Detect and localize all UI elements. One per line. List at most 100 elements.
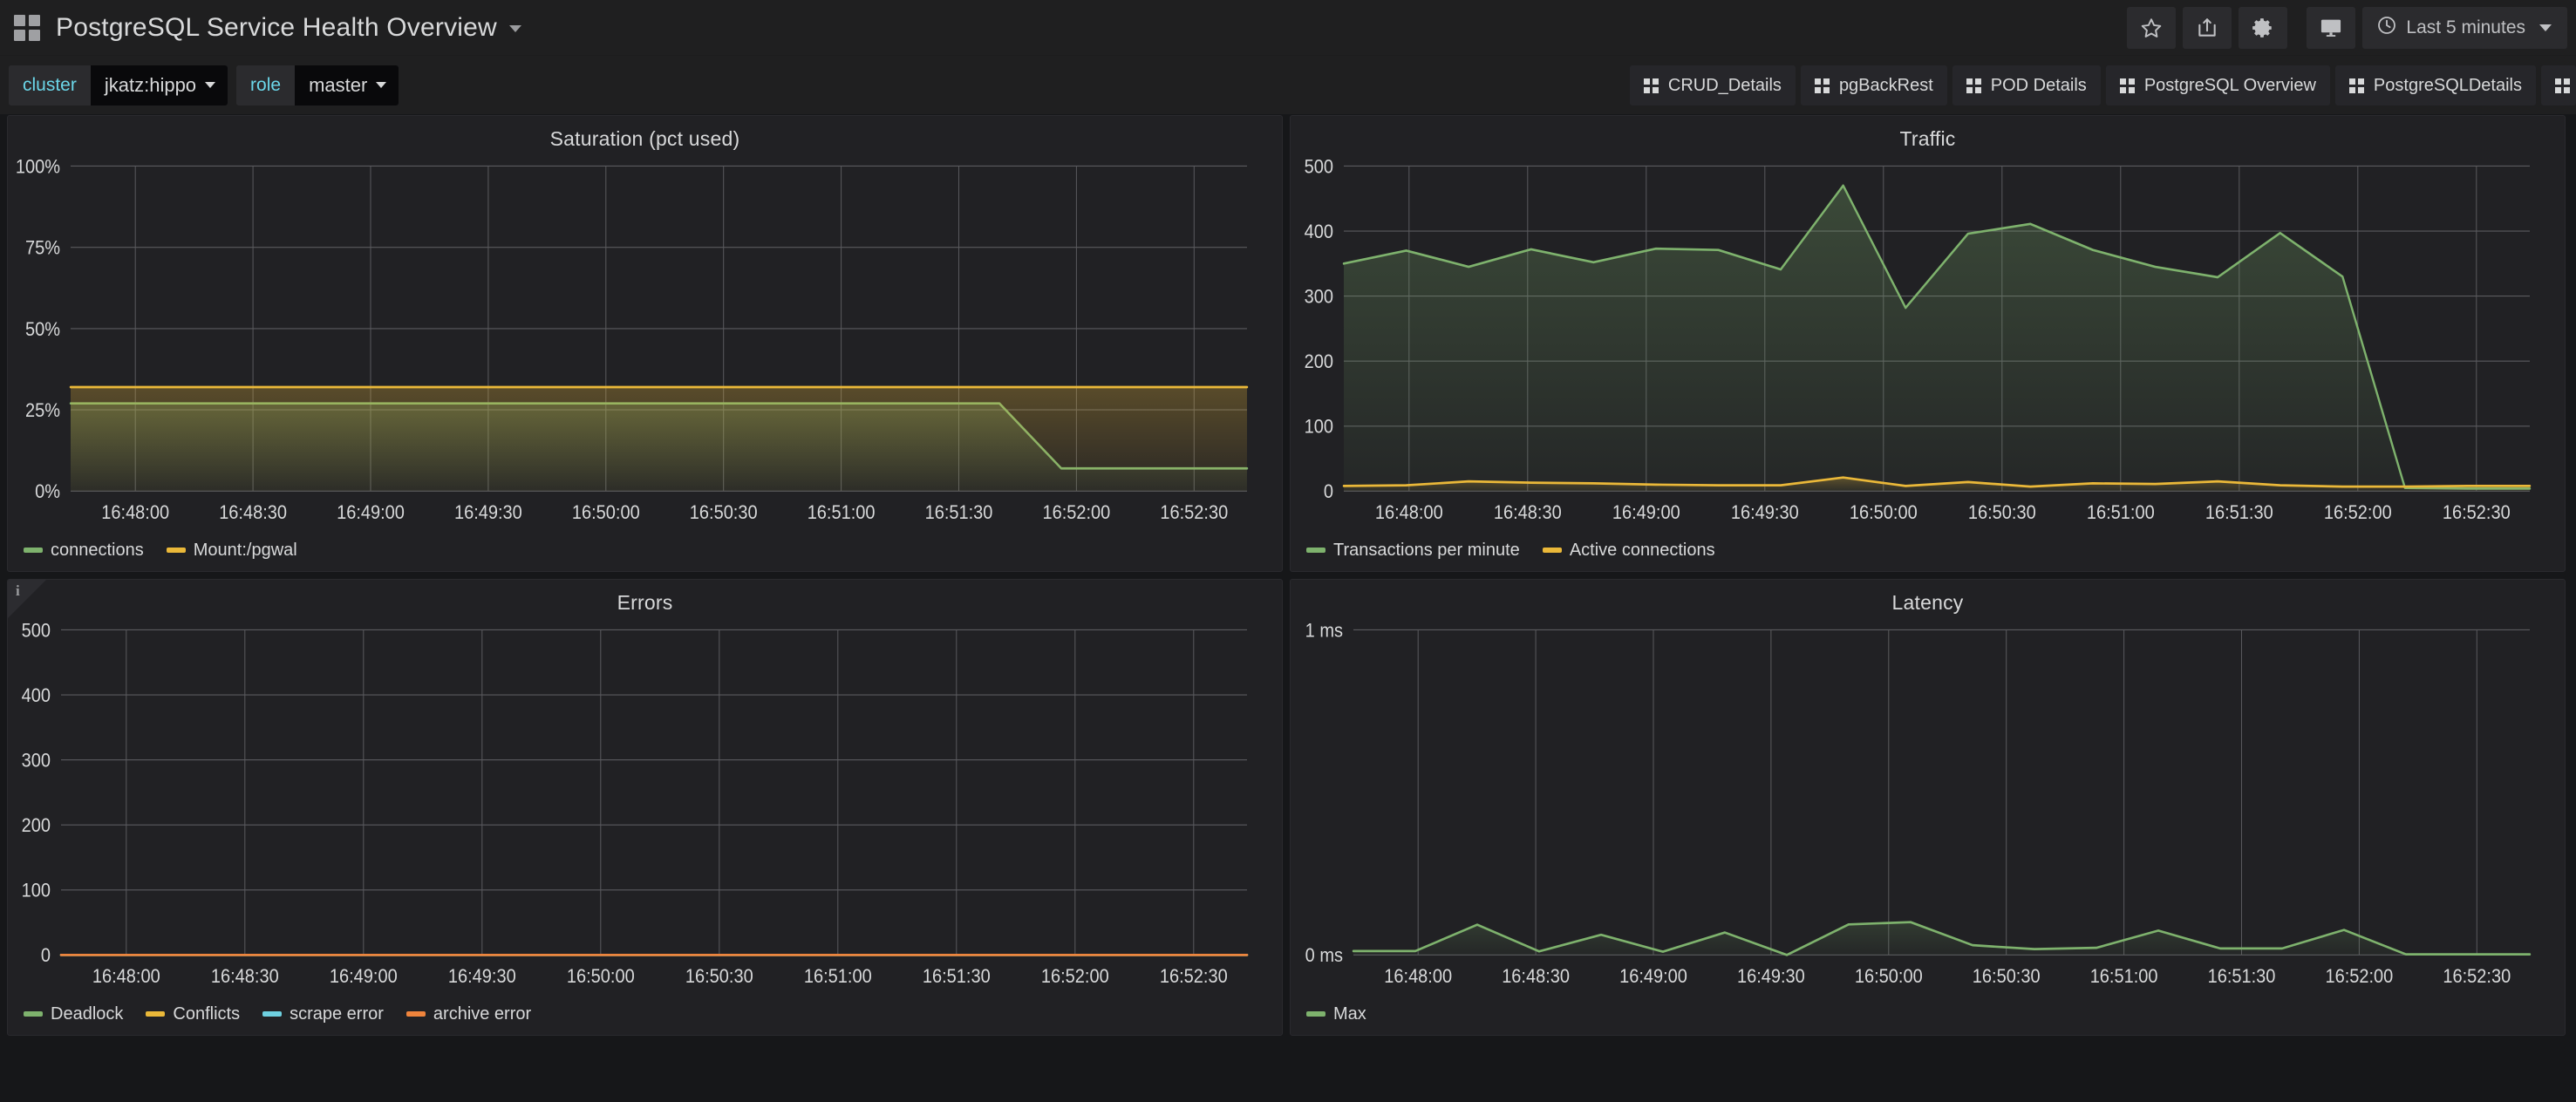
dashboard-link-pod-details[interactable]: POD Details [1952,65,2101,105]
panel-saturation[interactable]: Saturation (pct used) 0% 25% 50% 75% 100% 16:… [7,115,1283,572]
svg-text:16:48:30: 16:48:30 [1494,501,1562,523]
legend-color-swatch [1306,1011,1325,1017]
dashboard-link-postgresql-overview[interactable]: PostgreSQL Overview [2105,65,2330,105]
dashboard-link-pgbackrest[interactable]: pgBackRest [1800,65,1947,105]
legend-item[interactable]: Active connections [1542,541,1715,561]
plot-traffic[interactable]: 0 100 200 300 400 500 16:48:00 16:48:30 16:49:00… [1291,154,2565,536]
legend-color-swatch [1542,548,1562,553]
top-navbar: PostgreSQL Service Health Overview Last … [0,0,2576,56]
time-range-label: Last 5 minutes [2406,17,2525,37]
dashboard-submenu: cluster jkatz:hippo role master CRUD_Det… [0,56,2576,115]
grid-logo-icon[interactable] [14,14,40,41]
svg-text:16:51:00: 16:51:00 [808,501,876,523]
svg-text:16:49:00: 16:49:00 [330,965,398,987]
svg-text:300: 300 [1305,285,1333,307]
panel-title: Traffic [1899,127,1956,150]
variable-cluster[interactable]: cluster jkatz:hippo [9,65,228,105]
svg-text:16:50:00: 16:50:00 [1850,501,1918,523]
panel-info-corner[interactable] [8,580,46,618]
dashboard-link-crud-details[interactable]: CRUD_Details [1629,65,1796,105]
svg-text:100: 100 [22,880,51,901]
dashboard-grid-icon [1814,78,1830,93]
svg-text:16:48:00: 16:48:00 [1375,501,1443,523]
svg-text:50%: 50% [25,318,60,340]
svg-text:16:50:00: 16:50:00 [572,501,640,523]
page-title: PostgreSQL Service Health Overview [56,12,497,42]
legend-item[interactable]: Transactions per minute [1306,541,1520,561]
time-range-picker[interactable]: Last 5 minutes [2362,7,2567,49]
legend-color-swatch [24,548,43,553]
legend-item[interactable]: Mount:/pgwal [166,541,297,561]
legend-series-label: archive error [433,1003,532,1024]
variable-cluster-dropdown[interactable]: jkatz:hippo [90,65,228,105]
panel-title: Saturation (pct used) [549,127,740,150]
legend-item[interactable]: Deadlock [24,1004,123,1024]
svg-text:16:52:00: 16:52:00 [2324,501,2392,523]
variable-cluster-label: cluster [9,65,91,105]
dashboard-grid-icon [2555,78,2570,93]
variable-role-value: master [309,73,368,96]
legend-errors: Deadlock Conflicts scrape error archive err… [8,1000,1282,1035]
legend-item[interactable]: scrape error [262,1004,384,1024]
svg-text:500: 500 [1305,155,1333,177]
legend-item[interactable]: connections [24,541,144,561]
svg-text:16:52:30: 16:52:30 [2443,501,2511,523]
svg-text:16:49:30: 16:49:30 [454,501,522,523]
dashboard-link-postgresqldetails[interactable]: PostgreSQLDetails [2334,65,2536,105]
svg-text:16:48:30: 16:48:30 [1502,965,1570,987]
svg-text:16:50:00: 16:50:00 [567,965,635,987]
variable-role-label: role [236,65,296,105]
legend-item[interactable]: Max [1306,1004,1366,1024]
legend-color-swatch [146,1011,166,1017]
settings-button[interactable] [2239,7,2288,49]
dashboard-link-label: PostgreSQL Overview [2143,75,2316,95]
dashboard-grid-icon [2119,78,2135,93]
svg-text:1 ms: 1 ms [1305,619,1343,641]
dashboard-grid-icon [1966,78,1981,93]
legend-series-label: Deadlock [51,1003,124,1024]
svg-text:75%: 75% [25,236,60,258]
dashboard-links: CRUD_Details pgBackRest POD Details Post… [1629,65,2576,105]
dashboard-title-button[interactable]: PostgreSQL Service Health Overview [56,13,521,43]
svg-text:16:49:00: 16:49:00 [337,501,405,523]
svg-text:16:52:30: 16:52:30 [1160,501,1228,523]
variable-role-dropdown[interactable]: master [295,65,399,105]
svg-text:16:49:30: 16:49:30 [1731,501,1799,523]
legend-item[interactable]: archive error [405,1003,532,1024]
legend-saturation: connections Mount:/pgwal [8,536,1282,571]
plot-saturation[interactable]: 0% 25% 50% 75% 100% 16:48:00 16:48:30 16:49:00 1… [8,154,1282,536]
svg-text:16:51:00: 16:51:00 [2087,501,2155,523]
panel-errors[interactable]: i Errors 0 100 200 300 400 500 16:48:00 16:48:3… [7,579,1283,1036]
chevron-down-icon [508,24,521,32]
legend-color-swatch [24,1011,43,1017]
share-button[interactable] [2183,7,2232,49]
svg-text:16:51:00: 16:51:00 [804,965,872,987]
panel-traffic[interactable]: Traffic 0 100 200 300 400 500 16:48:00 16:48:30… [1290,115,2566,572]
svg-text:300: 300 [22,749,51,771]
svg-text:16:49:00: 16:49:00 [1612,501,1680,523]
svg-text:16:51:30: 16:51:30 [925,501,993,523]
svg-text:16:50:30: 16:50:30 [1973,965,2041,987]
variable-role[interactable]: role master [236,65,399,105]
svg-text:16:50:30: 16:50:30 [685,965,753,987]
legend-color-swatch [166,548,186,553]
dashboard-grid-icon [2348,78,2364,93]
svg-text:16:49:30: 16:49:30 [448,965,516,987]
clock-icon [2376,15,2397,41]
navbar-left: PostgreSQL Service Health Overview [0,13,521,43]
plot-errors[interactable]: 0 100 200 300 400 500 16:48:00 16:48:30 16:49:00… [8,618,1282,1000]
panel-latency[interactable]: Latency 0 ms 1 ms 16:48:00 16:48:30 16:49:00… [1290,579,2566,1036]
plot-latency[interactable]: 0 ms 1 ms 16:48:00 16:48:30 16:49:00 16:49:30… [1291,618,2565,1000]
kiosk-mode-button[interactable] [2307,7,2356,49]
dashboard-link-overflow[interactable] [2541,65,2576,105]
variable-cluster-value: jkatz:hippo [104,73,197,96]
svg-text:16:50:30: 16:50:30 [690,501,758,523]
svg-text:100%: 100% [16,155,60,177]
legend-item[interactable]: Conflicts [146,1004,240,1024]
svg-text:16:52:00: 16:52:00 [2325,965,2393,987]
svg-text:16:52:00: 16:52:00 [1042,501,1110,523]
info-icon[interactable]: i [16,582,20,600]
svg-text:16:48:00: 16:48:00 [101,501,169,523]
chevron-down-icon [2539,24,2552,31]
star-button[interactable] [2127,7,2177,49]
